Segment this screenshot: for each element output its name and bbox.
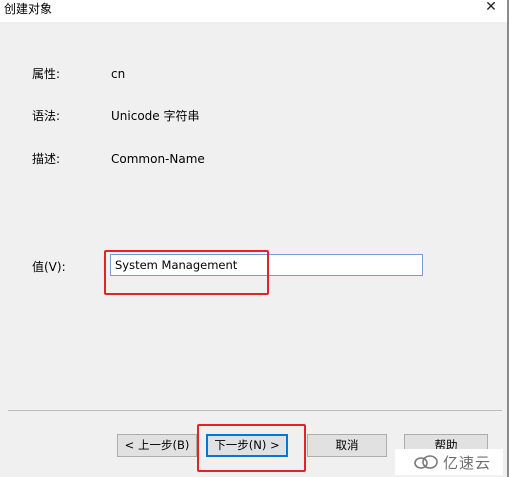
attribute-label: 属性: <box>32 67 61 81</box>
description-label: 描述: <box>32 152 61 166</box>
watermark-text: 亿速云 <box>443 454 492 472</box>
cloud-logo-icon <box>414 455 438 469</box>
title-bar: 创建对象 ✕ <box>0 0 509 22</box>
next-button[interactable]: 下一步(N) > <box>206 434 288 457</box>
back-button[interactable]: < 上一步(B) <box>117 434 197 457</box>
close-icon[interactable]: ✕ <box>483 0 499 16</box>
value-input[interactable] <box>110 254 423 276</box>
separator <box>8 410 502 411</box>
window-title: 创建对象 <box>4 2 53 16</box>
syntax-value: Unicode 字符串 <box>111 109 200 123</box>
attribute-value: cn <box>111 67 126 81</box>
value-label: 值(V): <box>32 260 66 274</box>
description-value: Common-Name <box>111 152 205 166</box>
cancel-button[interactable]: 取消 <box>307 434 387 457</box>
watermark: 亿速云 <box>395 449 503 475</box>
syntax-label: 语法: <box>32 109 61 123</box>
